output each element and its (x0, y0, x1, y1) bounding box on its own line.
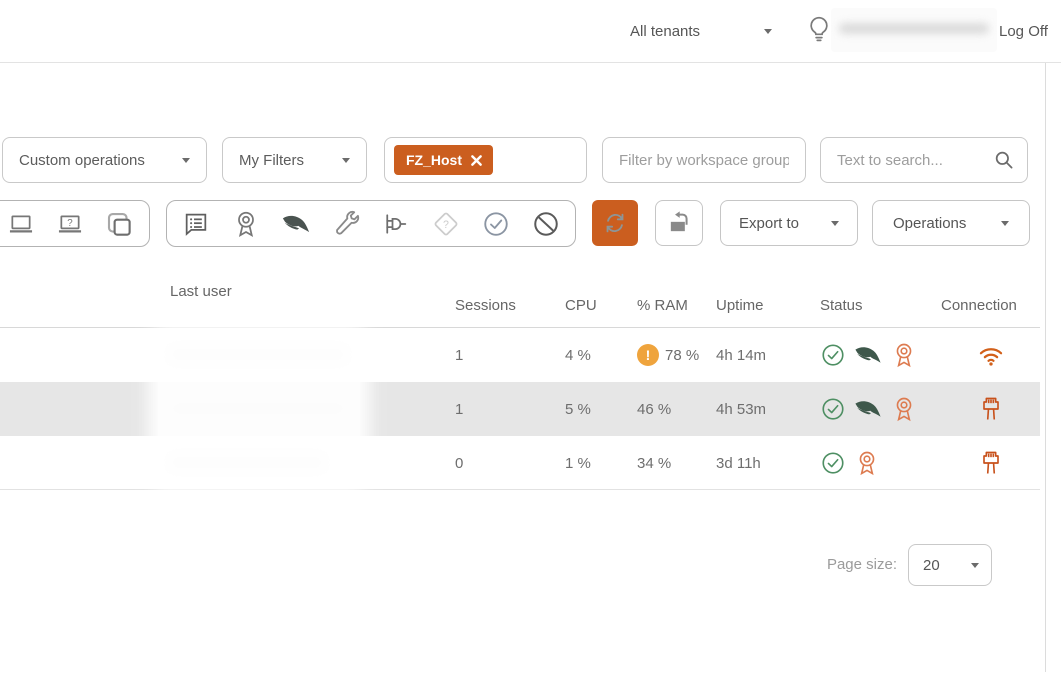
view-toolbar-group: ? (0, 200, 150, 247)
ram-value: 34 % (637, 455, 671, 472)
sessions-value: 1 (455, 401, 565, 418)
filter-chip-label: FZ_Host (406, 152, 462, 168)
magnifier-icon[interactable] (993, 149, 1015, 171)
chevron-down-icon (182, 158, 190, 163)
search-box (820, 137, 1028, 183)
ribbon-award-icon (853, 449, 881, 477)
table-row[interactable]: 0 1 % 34 % 3d 11h (0, 436, 1040, 490)
column-header-ram[interactable]: % RAM (637, 297, 716, 314)
last-user-redacted (170, 382, 455, 436)
cpu-value: 1 % (565, 455, 637, 472)
user-email-redacted (831, 8, 997, 52)
custom-operations-dropdown[interactable]: Custom operations (2, 137, 207, 183)
chevron-down-icon (1001, 221, 1009, 226)
console-page: All tenants Log Off Custom operations My… (0, 0, 1061, 685)
ram-value: 78 % (665, 347, 699, 364)
uptime-value: 4h 53m (716, 401, 820, 418)
operations-label: Operations (893, 215, 966, 232)
falcon-icon[interactable] (281, 209, 311, 239)
chevron-down-icon (764, 29, 772, 34)
top-bar: All tenants Log Off (0, 0, 1061, 63)
cpu-value: 5 % (565, 401, 637, 418)
diamond-question-icon[interactable]: ? (431, 209, 461, 239)
falcon-icon (853, 397, 883, 421)
last-user-redacted (170, 328, 455, 382)
lightbulb-icon[interactable] (804, 14, 834, 51)
chevron-down-icon (831, 221, 839, 226)
refresh-button[interactable] (592, 200, 638, 246)
uptime-value: 4h 14m (716, 347, 820, 364)
tenant-selector[interactable]: All tenants (630, 0, 772, 62)
svg-text:?: ? (443, 218, 449, 230)
wrench-icon[interactable] (331, 209, 361, 239)
filter-chip[interactable]: FZ_Host (394, 145, 493, 175)
power-plug-icon[interactable] (381, 209, 411, 239)
table-row[interactable]: 1 5 % 46 % 4h 53m (0, 382, 1040, 436)
page-size-value: 20 (923, 557, 940, 574)
actions-toolbar-group: ? (166, 200, 576, 247)
computer-unknown-icon[interactable]: ? (55, 209, 85, 239)
table-row[interactable]: 1 4 % ! 78 % 4h 14m (0, 328, 1040, 382)
column-header-cpu[interactable]: CPU (565, 297, 637, 314)
custom-operations-label: Custom operations (19, 152, 145, 169)
ribbon-award-icon (890, 341, 918, 369)
check-circle-icon (820, 450, 846, 476)
check-circle-icon[interactable] (481, 209, 511, 239)
export-to-dropdown[interactable]: Export to (720, 200, 858, 246)
column-header-sessions[interactable]: Sessions (455, 297, 565, 314)
workspace-group-filter-input[interactable] (602, 137, 806, 183)
ram-warning-icon: ! (637, 344, 659, 366)
ribbon-award-icon[interactable] (231, 209, 261, 239)
ribbon-award-icon (890, 395, 918, 423)
svg-text:?: ? (67, 218, 73, 229)
my-filters-label: My Filters (239, 152, 304, 169)
chevron-down-icon (342, 158, 350, 163)
restore-window-icon (665, 209, 693, 237)
last-user-redacted (170, 436, 455, 490)
falcon-icon (853, 343, 883, 367)
wifi-icon (976, 342, 1006, 368)
column-header-uptime[interactable]: Uptime (716, 297, 820, 314)
active-filters-box[interactable]: FZ_Host (384, 137, 587, 183)
ethernet-icon (980, 395, 1002, 423)
table-bottom-border (0, 489, 1040, 490)
sessions-value: 1 (455, 347, 565, 364)
check-circle-icon (820, 396, 846, 422)
log-off-button[interactable]: Log Off (999, 0, 1048, 62)
event-log-icon[interactable] (181, 209, 211, 239)
operations-dropdown[interactable]: Operations (872, 200, 1030, 246)
ram-value: 46 % (637, 401, 671, 418)
computer-icon[interactable] (6, 209, 36, 239)
refresh-icon (602, 210, 628, 236)
ethernet-icon (980, 449, 1002, 477)
vertical-scrollbar[interactable] (1045, 63, 1046, 672)
uptime-value: 3d 11h (716, 455, 820, 472)
cpu-value: 4 % (565, 347, 637, 364)
close-icon[interactable] (471, 155, 482, 166)
export-to-label: Export to (739, 215, 799, 232)
column-header-last-user[interactable]: Last user (170, 283, 455, 327)
column-header-connection[interactable]: Connection (941, 297, 1040, 314)
tenant-selector-label: All tenants (630, 23, 700, 40)
table-header: Last user Sessions CPU % RAM Uptime Stat… (0, 283, 1040, 328)
page-size-select[interactable]: 20 (908, 544, 992, 586)
restore-window-button[interactable] (655, 200, 703, 246)
my-filters-dropdown[interactable]: My Filters (222, 137, 367, 183)
sessions-value: 0 (455, 455, 565, 472)
copy-icon[interactable] (104, 209, 134, 239)
page-size-label: Page size: (700, 545, 897, 585)
column-header-status[interactable]: Status (820, 297, 941, 314)
check-circle-icon (820, 342, 846, 368)
ban-circle-icon[interactable] (531, 209, 561, 239)
chevron-down-icon (971, 563, 979, 568)
